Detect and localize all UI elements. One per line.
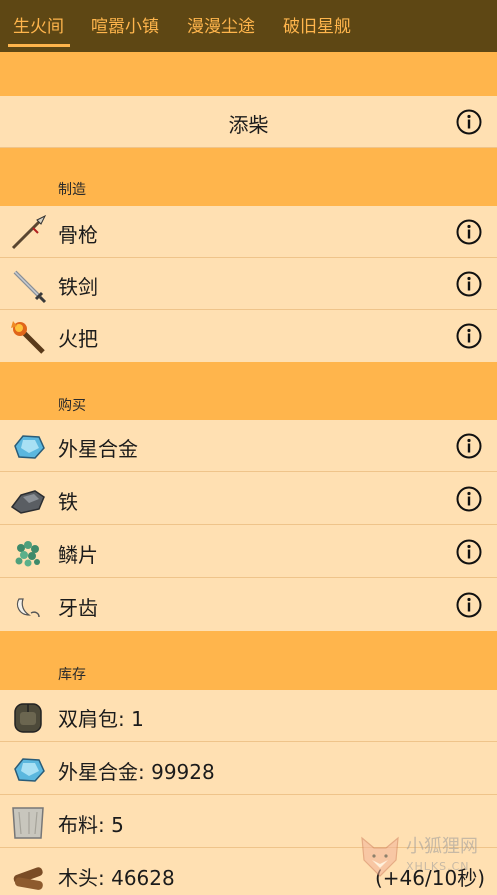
store-item-label: 布料: 5 — [58, 813, 124, 837]
craft-item-iron-sword[interactable]: 铁剑 — [0, 258, 497, 310]
bone-spear-icon — [11, 214, 47, 250]
buy-section-title: 购买 — [58, 398, 86, 414]
store-item-label: 双肩包: 1 — [58, 707, 144, 731]
add-wood-label: 添柴 — [228, 113, 269, 137]
store-item-alien-alloy: 外星合金: 99928 — [0, 743, 497, 795]
buy-item-scales[interactable]: 鳞片 — [0, 526, 497, 578]
watermark: 小狐狸网 XHLKS.CN — [356, 830, 496, 883]
buy-item-label: 牙齿 — [58, 596, 98, 620]
craft-item-label: 骨枪 — [58, 223, 98, 247]
active-tab-indicator — [8, 44, 70, 47]
wood-icon — [13, 867, 43, 890]
info-icon[interactable] — [456, 109, 482, 135]
iron-sword-icon — [13, 270, 47, 304]
store-item-label: 木头: 46628 — [58, 866, 175, 890]
craft-section-title: 制造 — [58, 182, 86, 198]
tab-starship[interactable]: 破旧星舰 — [283, 12, 351, 37]
watermark-subtext: XHLKS.CN — [406, 860, 470, 873]
stores-section-title: 库存 — [58, 667, 86, 683]
watermark-text: 小狐狸网 — [406, 836, 478, 857]
tab-dusty-path[interactable]: 漫漫尘途 — [187, 12, 255, 37]
alien-alloy-icon — [14, 758, 45, 782]
cloth-icon — [12, 807, 44, 839]
scales-icon — [15, 541, 40, 567]
craft-item-torch[interactable]: 火把 — [0, 310, 497, 362]
add-wood-button[interactable]: 添柴 — [0, 96, 497, 148]
tab-town[interactable]: 喧嚣小镇 — [91, 12, 159, 37]
buy-item-teeth[interactable]: 牙齿 — [0, 579, 497, 631]
craft-item-label: 火把 — [58, 327, 98, 351]
buy-item-iron[interactable]: 铁 — [0, 473, 497, 525]
info-icon[interactable] — [456, 323, 482, 349]
top-spacer-band — [0, 52, 497, 96]
teeth-icon — [16, 598, 40, 618]
info-icon[interactable] — [456, 592, 482, 618]
backpack-icon — [14, 703, 42, 733]
info-icon[interactable] — [456, 433, 482, 459]
buy-section-header: 购买 — [0, 362, 497, 420]
craft-section-header: 制造 — [0, 148, 497, 206]
craft-item-bone-spear[interactable]: 骨枪 — [0, 206, 497, 258]
store-item-backpack: 双肩包: 1 — [0, 690, 497, 742]
fox-logo-icon — [361, 836, 399, 877]
craft-item-label: 铁剑 — [58, 275, 98, 299]
store-item-label: 外星合金: 99928 — [58, 760, 215, 784]
buy-item-label: 铁 — [58, 490, 78, 514]
buy-item-alien-alloy[interactable]: 外星合金 — [0, 420, 497, 472]
buy-item-label: 鳞片 — [58, 543, 98, 567]
info-icon[interactable] — [456, 219, 482, 245]
stores-section-header: 库存 — [0, 631, 497, 690]
tab-fire-room[interactable]: 生火间 — [13, 12, 64, 37]
info-icon[interactable] — [456, 539, 482, 565]
iron-ore-icon — [10, 490, 45, 514]
buy-item-label: 外星合金 — [58, 437, 138, 461]
torch-icon — [11, 321, 45, 354]
alien-alloy-icon — [14, 435, 45, 459]
info-icon[interactable] — [456, 486, 482, 512]
info-icon[interactable] — [456, 271, 482, 297]
top-tab-bar: 生火间 喧嚣小镇 漫漫尘途 破旧星舰 — [0, 0, 497, 52]
